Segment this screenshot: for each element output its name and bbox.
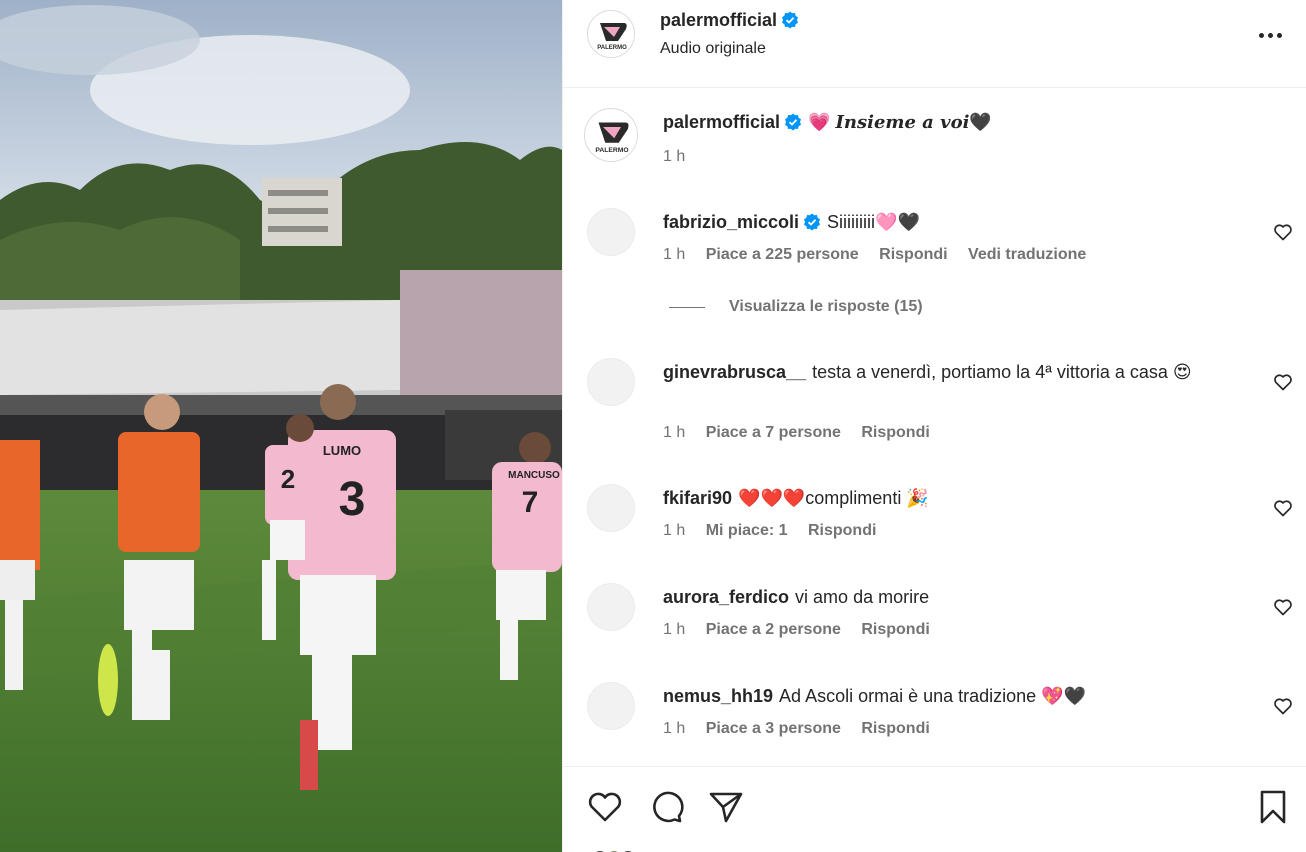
black-heart-emoji: 🖤 bbox=[969, 112, 992, 132]
post-media[interactable]: LUMO 3 MANCUSO 7 2 bbox=[0, 0, 562, 852]
comment-time: 1 h bbox=[663, 246, 686, 263]
comment-likes-count[interactable]: Piace a 2 persone bbox=[706, 621, 841, 638]
comment-like-heart-icon[interactable] bbox=[1273, 222, 1293, 242]
reply-button[interactable]: Rispondi bbox=[808, 522, 876, 539]
reply-button[interactable]: Rispondi bbox=[861, 720, 929, 737]
post-author-username[interactable]: palermofficial bbox=[660, 10, 799, 31]
comment-body: ginevrabrusca__ testa a venerdì, portiamo… bbox=[663, 358, 1247, 386]
commenter-avatar[interactable] bbox=[587, 484, 635, 532]
comment-meta: 1 h Mi piace: 1 Rispondi bbox=[663, 522, 892, 540]
more-options-icon[interactable] bbox=[1255, 22, 1285, 48]
avatar-logo-text: PALERMO bbox=[597, 45, 627, 51]
replies-divider bbox=[669, 306, 705, 308]
comments-list[interactable]: PALERMO palermofficial 💗 Insieme a voi🖤 1… bbox=[563, 88, 1306, 766]
reply-button[interactable]: Rispondi bbox=[879, 246, 947, 263]
view-replies-button[interactable]: Visualizza le risposte (15) bbox=[669, 298, 923, 316]
jersey-number-3: 3 bbox=[339, 473, 366, 526]
video-frame: LUMO 3 MANCUSO 7 2 bbox=[0, 0, 562, 852]
verified-badge-icon bbox=[785, 113, 802, 131]
comment-likes-count[interactable]: Piace a 7 persone bbox=[706, 424, 841, 441]
post-panel: PALERMO palermofficial Audio originale P… bbox=[562, 0, 1306, 852]
comment-text: vi amo da morire bbox=[795, 587, 930, 607]
heart-icon[interactable] bbox=[585, 787, 625, 827]
jersey-name-lumo: LUMO bbox=[323, 443, 361, 458]
comment-likes-count[interactable]: Piace a 225 persone bbox=[706, 246, 859, 263]
comment-text: ❤️❤️❤️complimenti 🎉 bbox=[738, 488, 929, 508]
comment-icon[interactable] bbox=[646, 787, 686, 827]
verified-badge-icon bbox=[804, 213, 821, 231]
comment-username[interactable]: fabrizio_miccoli bbox=[663, 212, 799, 232]
post-action-bar bbox=[563, 766, 1306, 852]
caption-avatar-text: PALERMO bbox=[595, 147, 628, 154]
comment-like-heart-icon[interactable] bbox=[1273, 372, 1293, 392]
jersey-number-7: 7 bbox=[522, 486, 539, 519]
comment-meta: 1 h Piace a 7 persone Rispondi bbox=[663, 424, 946, 442]
comment-body: fabrizio_miccoli Siiiiiiiii🩷🖤 bbox=[663, 208, 1247, 236]
jersey-name-mancuso: MANCUSO bbox=[508, 470, 560, 481]
commenter-avatar[interactable] bbox=[587, 358, 635, 406]
comment-body: aurora_ferdico vi amo da morire bbox=[663, 583, 1247, 611]
comment-username[interactable]: ginevrabrusca__ bbox=[663, 362, 806, 382]
comment-meta: 1 h Piace a 225 persone Rispondi Vedi tr… bbox=[663, 246, 1102, 264]
caption-avatar[interactable]: PALERMO bbox=[584, 108, 638, 162]
pink-heart-emoji: 💗 bbox=[808, 112, 831, 132]
audio-label[interactable]: Audio originale bbox=[660, 40, 766, 58]
comment-like-heart-icon[interactable] bbox=[1273, 696, 1293, 716]
comment-time: 1 h bbox=[663, 424, 686, 441]
share-icon[interactable] bbox=[706, 787, 746, 827]
comment-body: fkifari90 ❤️❤️❤️complimenti 🎉 bbox=[663, 484, 1247, 512]
reply-button[interactable]: Rispondi bbox=[861, 424, 929, 441]
comment-username[interactable]: nemus_hh19 bbox=[663, 686, 773, 706]
comment-meta: 1 h Piace a 3 persone Rispondi bbox=[663, 720, 946, 738]
comment-text: Ad Ascoli ormai è una tradizione 💖🖤 bbox=[779, 686, 1087, 706]
comment-body: nemus_hh19 Ad Ascoli ormai è una tradizio… bbox=[663, 682, 1247, 710]
comment-likes-count[interactable]: Mi piace: 1 bbox=[706, 522, 788, 539]
comment-text: Siiiiiiiii🩷🖤 bbox=[827, 212, 920, 232]
commenter-avatar[interactable] bbox=[587, 682, 635, 730]
view-replies-label[interactable]: Visualizza le risposte (15) bbox=[729, 298, 923, 316]
post-header: PALERMO palermofficial Audio originale bbox=[563, 0, 1306, 88]
comment-like-heart-icon[interactable] bbox=[1273, 597, 1293, 617]
comment-username[interactable]: fkifari90 bbox=[663, 488, 732, 508]
comment-time: 1 h bbox=[663, 720, 686, 737]
bookmark-icon[interactable] bbox=[1253, 787, 1293, 827]
comment-username[interactable]: aurora_ferdico bbox=[663, 587, 789, 607]
see-translation-button[interactable]: Vedi traduzione bbox=[968, 246, 1086, 263]
caption-body: palermofficial 💗 Insieme a voi🖤 bbox=[663, 108, 1247, 137]
post-author-name[interactable]: palermofficial bbox=[660, 10, 777, 30]
reply-button[interactable]: Rispondi bbox=[861, 621, 929, 638]
comment-meta: 1 h Piace a 2 persone Rispondi bbox=[663, 621, 946, 639]
caption-meta: 1 h bbox=[663, 148, 701, 166]
profile-avatar[interactable]: PALERMO bbox=[587, 10, 635, 58]
commenter-avatar[interactable] bbox=[587, 208, 635, 256]
comment-time: 1 h bbox=[663, 621, 686, 638]
comment-time: 1 h bbox=[663, 522, 686, 539]
comment-like-heart-icon[interactable] bbox=[1273, 498, 1293, 518]
caption-time: 1 h bbox=[663, 148, 686, 165]
verified-badge-icon bbox=[782, 11, 799, 29]
comment-text: testa a venerdì, portiamo la 4ª vittoria… bbox=[812, 362, 1192, 382]
caption-text: Insieme a voi bbox=[835, 112, 970, 133]
comment-likes-count[interactable]: Piace a 3 persone bbox=[706, 720, 841, 737]
commenter-avatar[interactable] bbox=[587, 583, 635, 631]
caption-username[interactable]: palermofficial bbox=[663, 112, 780, 132]
jersey-number-2: 2 bbox=[281, 464, 295, 494]
